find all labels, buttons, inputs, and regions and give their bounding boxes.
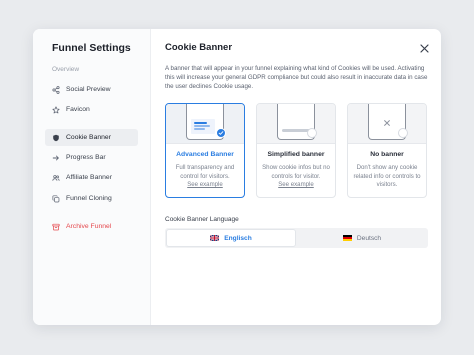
sidebar-item-affiliate-banner[interactable]: Affiliate Banner <box>45 169 138 186</box>
radio-circle <box>398 128 408 138</box>
card-description: Don't show any cookie related info or co… <box>352 164 422 190</box>
sidebar-item-label: Archive Funnel <box>66 223 112 230</box>
sidebar-item-archive-funnel[interactable]: Archive Funnel <box>45 218 138 235</box>
card-description-text: Show cookie infos but no controls for vi… <box>262 164 330 180</box>
option-card-no-banner[interactable]: No banner Don't show any cookie related … <box>347 103 427 198</box>
sidebar-item-label: Cookie Banner <box>66 134 111 141</box>
card-description: Full transparency and control for visito… <box>170 164 240 190</box>
sidebar-item-label: Progress Bar <box>66 154 106 161</box>
card-title: Advanced Banner <box>176 151 234 158</box>
page-title: Cookie Banner <box>165 42 233 53</box>
radio-circle <box>307 128 317 138</box>
card-description: Show cookie infos but no controls for vi… <box>261 164 331 190</box>
check-icon <box>216 128 226 138</box>
banner-illustration <box>282 129 310 132</box>
sidebar-item-funnel-cloning[interactable]: Funnel Cloning <box>45 190 138 207</box>
sidebar-item-label: Funnel Cloning <box>66 195 112 202</box>
main-panel: Cookie Banner A banner that will appear … <box>151 29 441 325</box>
language-label-text: Deutsch <box>356 234 382 242</box>
card-preview <box>166 104 244 144</box>
description: A banner that will appear in your funnel… <box>165 65 428 90</box>
sidebar: Funnel Settings Overview Social Preview … <box>33 29 151 325</box>
language-option-german[interactable]: Deutsch <box>298 230 426 246</box>
archive-icon <box>52 223 60 231</box>
sidebar-item-label: Affiliate Banner <box>66 174 112 181</box>
star-icon <box>52 105 60 114</box>
option-card-simplified-banner[interactable]: Simplified banner Show cookie infos but … <box>256 103 336 198</box>
sidebar-item-progress-bar[interactable]: Progress Bar <box>45 149 138 166</box>
language-toggle: Englisch Deutsch <box>165 228 428 248</box>
language-option-english[interactable]: Englisch <box>167 230 295 246</box>
settings-modal: Funnel Settings Overview Social Preview … <box>33 29 441 325</box>
copy-icon <box>52 194 60 203</box>
share-icon <box>52 85 60 94</box>
banner-line <box>194 125 210 127</box>
language-label: Cookie Banner Language <box>165 216 239 223</box>
card-description-text: Full transparency and control for visito… <box>175 164 235 180</box>
banner-line <box>194 122 207 124</box>
sidebar-item-social-preview[interactable]: Social Preview <box>45 81 138 98</box>
shield-icon <box>52 134 60 142</box>
de-flag-icon <box>342 235 352 241</box>
option-card-advanced-banner[interactable]: Advanced Banner Full transparency and co… <box>165 103 245 198</box>
card-preview <box>257 104 335 144</box>
card-title: Simplified banner <box>267 151 325 158</box>
sidebar-item-cookie-banner[interactable]: Cookie Banner <box>45 129 138 146</box>
language-label-text: Englisch <box>224 234 252 242</box>
close-button[interactable] <box>419 41 430 53</box>
sidebar-item-favicon[interactable]: Favicon <box>45 101 138 118</box>
sidebar-title: Funnel Settings <box>52 42 131 54</box>
x-icon <box>384 120 390 126</box>
card-description-text: Don't show any cookie related info or co… <box>353 164 421 188</box>
uk-flag-icon <box>210 235 220 241</box>
sidebar-item-label: Social Preview <box>66 86 111 93</box>
users-icon <box>52 174 60 182</box>
banner-line <box>194 128 205 130</box>
sidebar-section-label: Overview <box>52 66 80 73</box>
arrow-right-icon <box>52 154 60 162</box>
see-example-link[interactable]: See example <box>187 181 223 188</box>
see-example-link[interactable]: See example <box>278 181 314 188</box>
card-preview <box>348 104 426 144</box>
card-title: No banner <box>370 151 404 158</box>
sidebar-item-label: Favicon <box>66 106 90 113</box>
close-icon <box>420 44 429 53</box>
